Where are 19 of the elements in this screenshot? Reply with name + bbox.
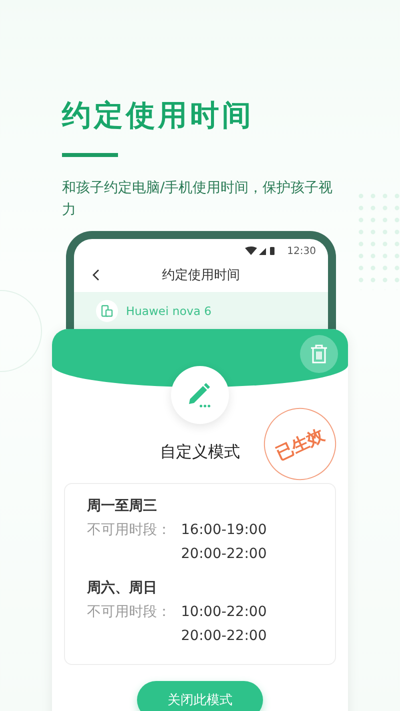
period-label: 不可用时段： [87, 521, 172, 540]
days-label: 周一至周三 [87, 497, 158, 516]
title-underline [62, 153, 118, 157]
device-row[interactable]: Huawei nova 6 [74, 292, 328, 330]
time-range: 10:00-22:00 [181, 603, 267, 622]
screen-title: 约定使用时间 [162, 267, 240, 284]
time-range: 20:00-22:00 [181, 627, 267, 646]
time-range: 20:00-22:00 [181, 545, 267, 564]
status-time: 12:30 [287, 246, 316, 256]
trash-icon [310, 344, 328, 364]
page-title: 约定使用时间 [62, 97, 255, 133]
mode-title: 自定义模式 [160, 442, 240, 461]
back-icon[interactable] [92, 269, 100, 281]
period-label: 不可用时段： [87, 603, 172, 622]
time-range: 16:00-19:00 [181, 521, 267, 540]
device-icon [96, 300, 118, 322]
subtitle: 和孩子约定电脑/手机使用时间，保护孩子视力 [62, 179, 334, 220]
days-label: 周六、周日 [87, 579, 158, 598]
close-mode-button[interactable]: 关闭此模式 [137, 681, 263, 711]
